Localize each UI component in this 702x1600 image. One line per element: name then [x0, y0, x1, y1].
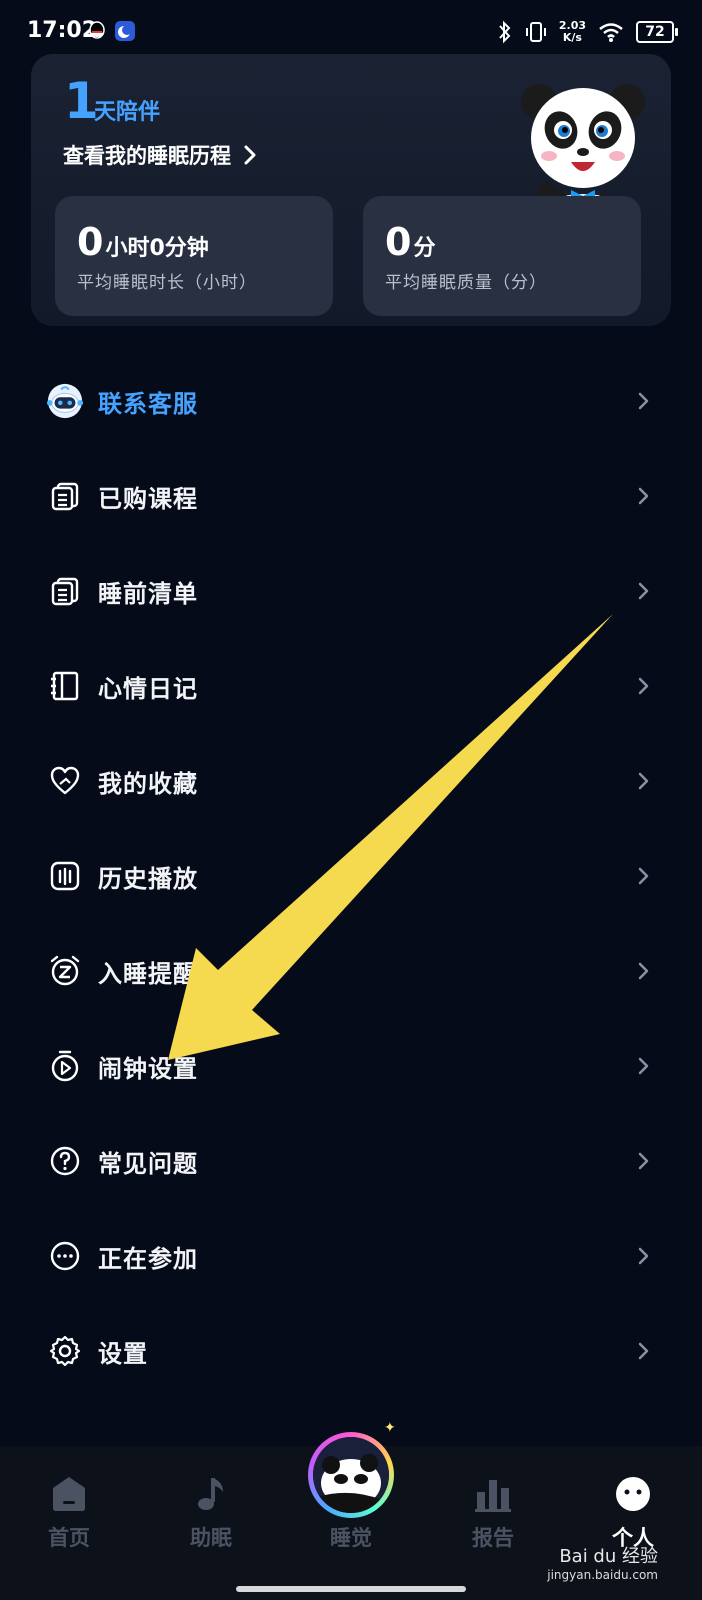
nav-item-sleep-aid[interactable]: 助眠 — [156, 1446, 266, 1566]
sleep-history-link[interactable]: 查看我的睡眠历程 — [63, 140, 257, 170]
menu-item-faq[interactable]: 常见问题 — [0, 1114, 702, 1209]
menu-item-bedtime-list[interactable]: 睡前清单 — [0, 544, 702, 639]
home-indicator[interactable] — [236, 1586, 466, 1592]
menu-label: 已购课程 — [98, 485, 198, 513]
menu-item-participating[interactable]: 正在参加 — [0, 1209, 702, 1304]
chevron-right-icon — [638, 1057, 649, 1075]
net-speed: 2.03 K/s — [558, 19, 586, 44]
vibrate-icon — [525, 22, 546, 42]
nav-label: 报告 — [472, 1526, 514, 1550]
sparkle-icon: ✦ — [384, 1420, 396, 1436]
bottom-nav: 首页 助眠 睡觉 ✦ 报告 个人 Bai du 经验 jingyan.baidu… — [0, 1420, 702, 1600]
menu-item-play-history[interactable]: 历史播放 — [0, 829, 702, 924]
menu-item-purchased-courses[interactable]: 已购课程 — [0, 449, 702, 544]
menu-label: 闹钟设置 — [98, 1055, 198, 1083]
alarm-z-icon — [46, 952, 84, 990]
menu-label: 设置 — [98, 1340, 148, 1368]
avg-sleep-duration-label: 平均睡眠时长（小时） — [77, 273, 257, 293]
menu-label: 常见问题 — [98, 1150, 198, 1178]
sleep-history-label: 查看我的睡眠历程 — [63, 144, 231, 168]
menu-label: 入睡提醒 — [98, 960, 198, 988]
avg-sleep-quality-value: 0 分 — [385, 220, 436, 264]
menu-item-settings[interactable]: 设置 — [0, 1304, 702, 1399]
status-indicators: 2.03 K/s 72 — [497, 14, 678, 50]
robot-avatar-icon — [46, 382, 84, 420]
menu-label: 我的收藏 — [98, 770, 198, 798]
chevron-right-icon — [638, 677, 649, 695]
face-icon — [616, 1477, 650, 1511]
wifi-icon — [599, 23, 623, 42]
nav-item-home[interactable]: 首页 — [14, 1446, 124, 1566]
chevron-right-icon — [638, 487, 649, 505]
ellipsis-icon — [46, 1237, 84, 1275]
menu-item-my-favorites[interactable]: 我的收藏 — [0, 734, 702, 829]
chevron-right-icon — [638, 1152, 649, 1170]
profile-menu: 联系客服 已购课程 睡前清单 心情日记 我的收藏 历史播放 入睡提醒 闹钟设置 … — [0, 354, 702, 1399]
nav-label: 助眠 — [190, 1526, 232, 1550]
watermark-url: jingyan.baidu.com — [547, 1568, 658, 1582]
sleep-summary-card: 1 天陪伴 查看我的睡眠历程 0 小时0分钟 平均睡眠时长（小时） 0 分 平均… — [31, 54, 671, 326]
sleep-center-button[interactable] — [308, 1432, 394, 1518]
chevron-right-icon — [244, 145, 256, 165]
qq-app-icon — [89, 21, 105, 39]
chevron-right-icon — [638, 772, 649, 790]
nav-item-report[interactable]: 报告 — [438, 1446, 548, 1566]
notebook-icon — [46, 667, 84, 705]
menu-item-customer-service[interactable]: 联系客服 — [0, 354, 702, 449]
avg-sleep-quality-label: 平均睡眠质量（分） — [385, 273, 547, 293]
menu-item-mood-diary[interactable]: 心情日记 — [0, 639, 702, 734]
watermark: Bai du 经验 — [559, 1546, 658, 1567]
document-stack-icon — [46, 572, 84, 610]
chevron-right-icon — [638, 962, 649, 980]
avg-sleep-duration-value: 0 小时0分钟 — [77, 220, 209, 264]
days-label: 天陪伴 — [94, 100, 161, 125]
moon-app-icon — [115, 21, 135, 41]
menu-label: 心情日记 — [98, 675, 198, 703]
avg-sleep-quality-card: 0 分 平均睡眠质量（分） — [363, 196, 641, 316]
chevron-right-icon — [638, 392, 649, 410]
chevron-right-icon — [638, 867, 649, 885]
document-stack-icon — [46, 477, 84, 515]
nav-label: 睡觉 — [330, 1526, 372, 1550]
menu-label: 正在参加 — [98, 1245, 198, 1273]
menu-item-sleep-reminder[interactable]: 入睡提醒 — [0, 924, 702, 1019]
question-icon — [46, 1142, 84, 1180]
bluetooth-icon — [499, 20, 511, 44]
stopwatch-play-icon — [46, 1047, 84, 1085]
chevron-right-icon — [638, 1342, 649, 1360]
menu-label: 历史播放 — [98, 865, 198, 893]
home-icon — [53, 1477, 85, 1511]
heart-icon — [46, 762, 84, 800]
chevron-right-icon — [638, 582, 649, 600]
menu-label: 联系客服 — [98, 390, 198, 418]
bar-chart-icon — [475, 1480, 511, 1512]
menu-item-alarm-settings[interactable]: 闹钟设置 — [0, 1019, 702, 1114]
gear-icon — [46, 1332, 84, 1370]
music-note-icon — [198, 1478, 223, 1510]
battery-indicator: 72 — [636, 21, 678, 43]
nav-label: 首页 — [48, 1526, 90, 1550]
panda-sleep-icon — [313, 1437, 389, 1513]
chevron-right-icon — [638, 1247, 649, 1265]
avg-sleep-duration-card: 0 小时0分钟 平均睡眠时长（小时） — [55, 196, 333, 316]
menu-label: 睡前清单 — [98, 580, 198, 608]
bars-icon — [46, 857, 84, 895]
